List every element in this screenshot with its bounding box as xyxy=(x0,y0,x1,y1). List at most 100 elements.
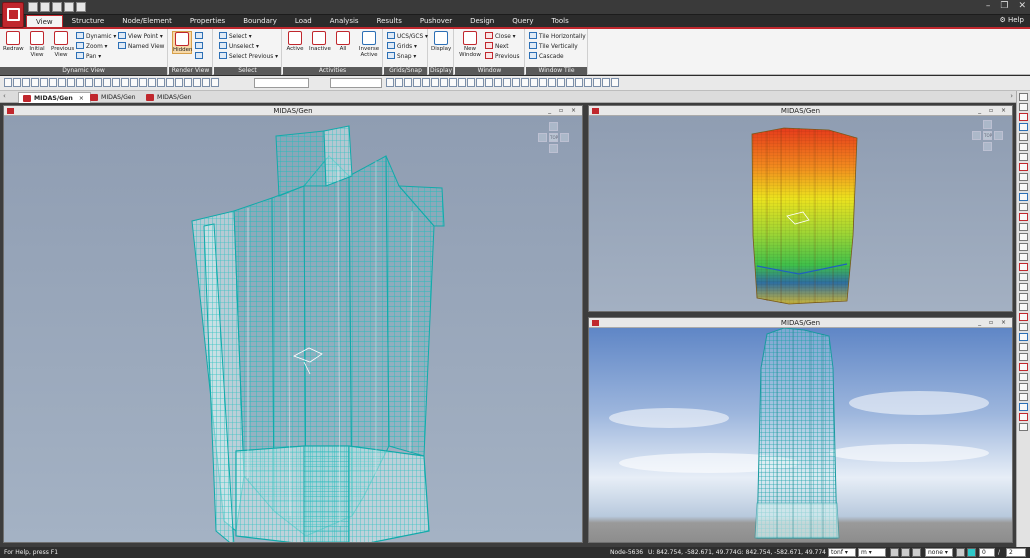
side-tool-icon[interactable] xyxy=(1019,353,1028,361)
named-view-button[interactable]: Named View xyxy=(118,42,164,51)
select-previous-button[interactable]: Select Previous ▾ xyxy=(219,52,278,61)
ucs-gcs-button[interactable]: UCS/GCS ▾ xyxy=(387,32,428,41)
toolbar-tool-icon[interactable] xyxy=(211,78,219,87)
doc-tab-1[interactable]: MIDAS/Gen × xyxy=(18,92,91,103)
doc-tab-3[interactable]: MIDAS/Gen xyxy=(142,92,198,103)
side-tool-icon[interactable] xyxy=(1019,283,1028,291)
ribbon-tab-view[interactable]: View xyxy=(26,15,63,27)
side-tool-icon[interactable] xyxy=(1019,153,1028,161)
toolbar-tool-icon[interactable] xyxy=(422,78,430,87)
side-tool-icon[interactable] xyxy=(1019,93,1028,101)
toolbar-tool-icon[interactable] xyxy=(13,78,21,87)
toolbar-tool-icon[interactable] xyxy=(139,78,147,87)
status-grid-icon[interactable] xyxy=(901,548,910,557)
help-menu[interactable]: ⚙ Help xyxy=(1000,16,1024,24)
side-tool-icon[interactable] xyxy=(1019,253,1028,261)
all-button[interactable]: All xyxy=(333,31,353,52)
model-window-contour[interactable]: MIDAS/Gen _ ▫ × TOP xyxy=(588,105,1013,312)
toolbar-tool-icon[interactable] xyxy=(148,78,156,87)
toolbar-tool-icon[interactable] xyxy=(202,78,210,87)
ribbon-tab-design[interactable]: Design xyxy=(461,15,503,27)
toolbar-tool-icon[interactable] xyxy=(584,78,592,87)
side-tool-icon[interactable] xyxy=(1019,123,1028,131)
grids-button[interactable]: Grids ▾ xyxy=(387,42,417,51)
cascade-button[interactable]: Cascade xyxy=(529,52,564,61)
side-tool-icon[interactable] xyxy=(1019,233,1028,241)
toolbar-combo-1[interactable] xyxy=(254,78,309,88)
window-controls-icon[interactable]: _ ▫ × xyxy=(548,106,579,116)
side-tool-icon[interactable] xyxy=(1019,403,1028,411)
doc-tab-close-icon[interactable]: × xyxy=(79,95,84,102)
toolbar-tool-icon[interactable] xyxy=(49,78,57,87)
ribbon-tab-tools[interactable]: Tools xyxy=(543,15,578,27)
side-tool-icon[interactable] xyxy=(1019,143,1028,151)
side-tool-icon[interactable] xyxy=(1019,163,1028,171)
new-window-button[interactable]: New Window xyxy=(458,31,482,58)
next-window-button[interactable]: Next xyxy=(485,42,509,51)
toolbar-tool-icon[interactable] xyxy=(512,78,520,87)
side-tool-icon[interactable] xyxy=(1019,173,1028,181)
toolbar-tool-icon[interactable] xyxy=(431,78,439,87)
toolbar-tool-icon[interactable] xyxy=(157,78,165,87)
side-tool-icon[interactable] xyxy=(1019,203,1028,211)
window-title-bar[interactable]: MIDAS/Gen _ ▫ × xyxy=(4,106,582,116)
toolbar-tool-icon[interactable] xyxy=(112,78,120,87)
status-snap-icon[interactable] xyxy=(890,548,899,557)
toolbar-tool-icon[interactable] xyxy=(476,78,484,87)
toolbar-tool-icon[interactable] xyxy=(175,78,183,87)
side-tool-icon[interactable] xyxy=(1019,313,1028,321)
model-viewport-rendered[interactable] xyxy=(589,328,1012,542)
side-tool-icon[interactable] xyxy=(1019,263,1028,271)
doc-tabs-scroll-right-icon[interactable]: › xyxy=(1010,92,1013,100)
view-cube-icon[interactable]: TOP xyxy=(972,120,1004,152)
display-button[interactable]: Display xyxy=(431,31,451,52)
view-point-button[interactable]: View Point ▾ xyxy=(118,32,163,41)
side-tool-icon[interactable] xyxy=(1019,343,1028,351)
side-tool-icon[interactable] xyxy=(1019,183,1028,191)
print-preview-icon[interactable] xyxy=(76,2,86,12)
ribbon-tab-load[interactable]: Load xyxy=(286,15,321,27)
toolbar-tool-icon[interactable] xyxy=(521,78,529,87)
side-tool-icon[interactable] xyxy=(1019,373,1028,381)
toolbar-tool-icon[interactable] xyxy=(386,78,394,87)
side-tool-icon[interactable] xyxy=(1019,393,1028,401)
status-help-icon[interactable] xyxy=(956,548,965,557)
qat-dropdown-icon[interactable] xyxy=(88,2,94,12)
toolbar-tool-icon[interactable] xyxy=(602,78,610,87)
side-tool-icon[interactable] xyxy=(1019,273,1028,281)
view-cube-top-face[interactable]: TOP xyxy=(983,131,992,140)
doc-tabs-scroll-left-icon[interactable]: ‹ xyxy=(3,92,6,100)
restore-icon[interactable]: ❐ xyxy=(1000,1,1008,11)
side-tool-icon[interactable] xyxy=(1019,113,1028,121)
ribbon-tab-structure[interactable]: Structure xyxy=(63,15,114,27)
toolbar-tool-icon[interactable] xyxy=(31,78,39,87)
minimize-icon[interactable]: – xyxy=(986,1,991,11)
toolbar-tool-icon[interactable] xyxy=(611,78,619,87)
side-tool-icon[interactable] xyxy=(1019,243,1028,251)
pan-button[interactable]: Pan ▾ xyxy=(76,52,101,61)
ribbon-tab-node-element[interactable]: Node/Element xyxy=(113,15,181,27)
filter-select[interactable]: none ▾ xyxy=(925,548,953,557)
render-option-2[interactable] xyxy=(195,42,205,51)
select-button[interactable]: Select ▾ xyxy=(219,32,252,41)
side-tool-icon[interactable] xyxy=(1019,223,1028,231)
ribbon-tab-results[interactable]: Results xyxy=(368,15,411,27)
toolbar-tool-icon[interactable] xyxy=(503,78,511,87)
dynamic-button[interactable]: Dynamic ▾ xyxy=(76,32,116,41)
side-tool-icon[interactable] xyxy=(1019,103,1028,111)
window-controls-icon[interactable]: _ ▫ × xyxy=(978,106,1009,116)
toolbar-tool-icon[interactable] xyxy=(67,78,75,87)
ribbon-tab-query[interactable]: Query xyxy=(503,15,542,27)
active-button[interactable]: Active xyxy=(285,31,305,52)
window-title-bar[interactable]: MIDAS/Gen _ ▫ × xyxy=(589,318,1012,328)
side-tool-icon[interactable] xyxy=(1019,303,1028,311)
toolbar-tool-icon[interactable] xyxy=(166,78,174,87)
toolbar-tool-icon[interactable] xyxy=(184,78,192,87)
toolbar-tool-icon[interactable] xyxy=(575,78,583,87)
side-tool-icon[interactable] xyxy=(1019,193,1028,201)
toolbar-tool-icon[interactable] xyxy=(40,78,48,87)
inverse-active-button[interactable]: Inverse Active xyxy=(357,31,381,58)
application-menu-button[interactable] xyxy=(2,2,24,28)
hidden-button[interactable]: Hidden xyxy=(172,31,193,54)
open-file-icon[interactable] xyxy=(40,2,50,12)
